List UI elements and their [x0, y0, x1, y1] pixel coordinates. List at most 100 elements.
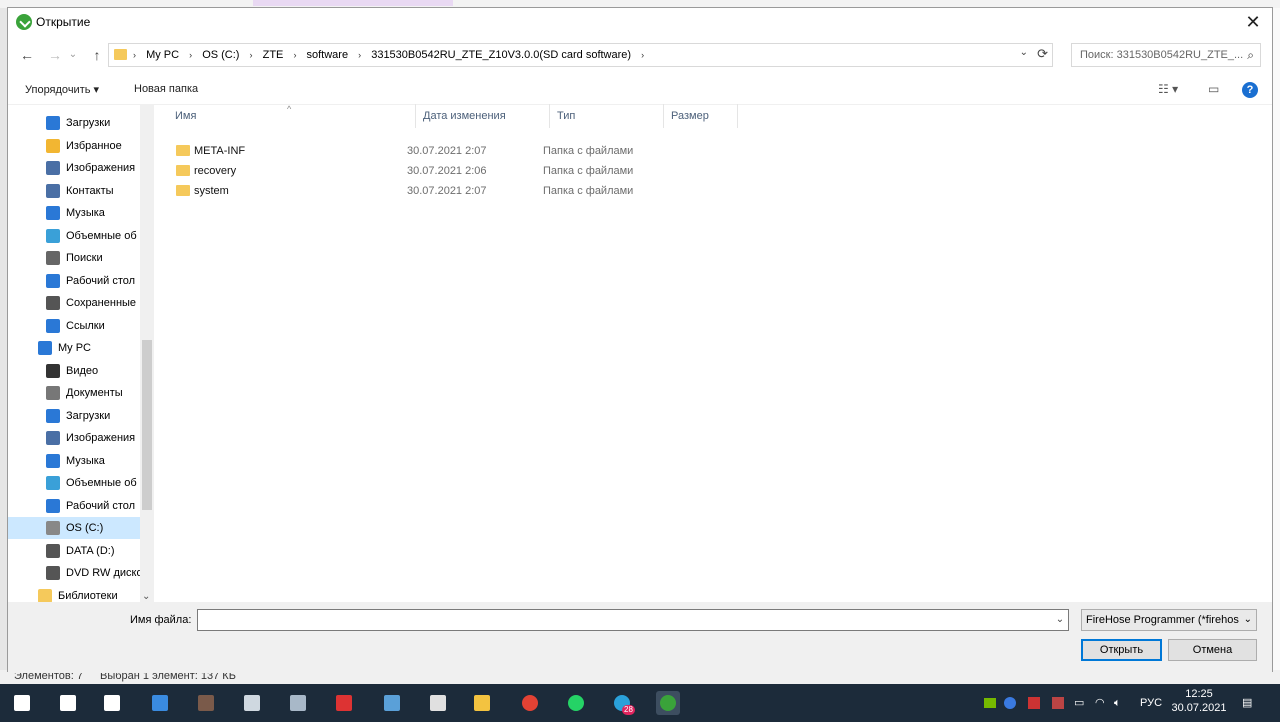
sidebar-item[interactable]: My PC: [8, 337, 140, 359]
tool-icon[interactable]: [332, 691, 356, 715]
file-explorer-icon[interactable]: [470, 691, 494, 715]
sidebar-item[interactable]: DATA (D:): [8, 540, 140, 562]
dialog-footer: Имя файла: ⌄ FireHose Programmer (*fireh…: [8, 602, 1272, 673]
sidebar-item[interactable]: Библиотеки: [8, 585, 140, 602]
clock[interactable]: 12:25 30.07.2021: [1170, 687, 1228, 715]
command-bar: Упорядочить ▾ Новая папка ☷ ▾ ▭ ?: [8, 76, 1272, 105]
sidebar-item[interactable]: Рабочий стол: [8, 495, 140, 517]
filename-input[interactable]: [197, 609, 1069, 631]
windows-start-icon[interactable]: [10, 691, 34, 715]
view-options-icon[interactable]: ☷ ▾: [1158, 82, 1178, 96]
contacts-icon: [46, 183, 60, 198]
file-row[interactable]: recovery 30.07.2021 2:06 Папка с файлами: [174, 161, 734, 181]
nvidia-tray-icon[interactable]: [984, 684, 996, 722]
file-type-select[interactable]: FireHose Programmer (*firehos ⌄: [1081, 609, 1257, 631]
sidebar-item[interactable]: Поиски: [8, 247, 140, 269]
saved-games-icon: [46, 296, 60, 310]
task-view-icon[interactable]: [100, 691, 124, 715]
telegram-icon[interactable]: 28: [610, 691, 635, 715]
forward-button[interactable]: →: [44, 45, 66, 65]
preview-pane-icon[interactable]: ▭: [1208, 82, 1219, 96]
breadcrumb-item[interactable]: 331530B0542RU_ZTE_Z10V3.0.0(SD card soft…: [371, 49, 631, 61]
recent-locations-chevron-icon[interactable]: ⌄: [66, 45, 80, 65]
settings-icon[interactable]: [240, 691, 264, 715]
file-date: 30.07.2021 2:07: [407, 145, 487, 157]
sidebar-item[interactable]: Контакты: [8, 180, 140, 202]
chrome-icon-glyph: [522, 695, 538, 711]
sidebar-item[interactable]: Видео: [8, 360, 140, 382]
sidebar-item-label: My PC: [58, 342, 91, 354]
winrar-icon-glyph: [198, 695, 214, 711]
column-header-name[interactable]: Имя: [168, 104, 416, 128]
sidebar-scrollbar[interactable]: ⌄: [140, 104, 154, 602]
help-icon[interactable]: ?: [1242, 82, 1258, 98]
photos-icon[interactable]: [286, 691, 310, 715]
scroll-down-chevron-icon[interactable]: ⌄: [142, 591, 150, 602]
search-icon[interactable]: [56, 691, 80, 715]
breadcrumb-item[interactable]: software: [307, 49, 349, 61]
winrar-icon[interactable]: [194, 691, 218, 715]
column-header-type[interactable]: Тип: [550, 104, 664, 128]
battery-icon[interactable]: ▭: [1074, 684, 1084, 722]
sidebar-item[interactable]: Музыка: [8, 450, 140, 472]
sidebar-item[interactable]: Сохраненные: [8, 292, 140, 314]
file-row[interactable]: system 30.07.2021 2:07 Папка с файлами: [174, 181, 734, 201]
search-box[interactable]: Поиск: 331530B0542RU_ZTE_... ⌕: [1071, 43, 1261, 67]
app-tray-icon[interactable]: [1004, 684, 1016, 722]
breadcrumb-item[interactable]: My PC: [146, 49, 179, 61]
sidebar-item[interactable]: Документы: [8, 382, 140, 404]
language-indicator[interactable]: РУС: [1140, 684, 1162, 722]
remote-tray-icon[interactable]: [1052, 684, 1064, 722]
sidebar-item[interactable]: OS (C:): [8, 517, 140, 539]
remote-desktop-icon[interactable]: [380, 691, 404, 715]
close-button[interactable]: ✕: [1238, 10, 1268, 34]
filename-dropdown-chevron-icon[interactable]: ⌄: [1052, 610, 1068, 630]
breadcrumb-item[interactable]: ZTE: [263, 49, 284, 61]
column-header-date[interactable]: Дата изменения: [416, 104, 550, 128]
video-icon: [46, 363, 60, 378]
scrollbar-thumb[interactable]: [142, 340, 152, 510]
sidebar-item[interactable]: Избранное: [8, 135, 140, 157]
sidebar-item[interactable]: DVD RW диско: [8, 562, 143, 584]
notifications-icon[interactable]: ▤: [1242, 684, 1252, 722]
organize-button[interactable]: Упорядочить ▾: [25, 83, 99, 96]
volume-icon[interactable]: 🔈︎: [1114, 684, 1121, 722]
drive-icon: [46, 521, 60, 535]
address-bar[interactable]: › My PC › OS (C:) › ZTE › software › 331…: [108, 43, 1053, 67]
column-header-size[interactable]: Размер: [664, 104, 738, 128]
sidebar-item[interactable]: Изображения: [8, 427, 140, 449]
sidebar-item[interactable]: Ссылки: [8, 315, 140, 337]
back-button[interactable]: ←: [16, 45, 38, 65]
clock-date: 30.07.2021: [1171, 702, 1227, 714]
folder-icon: [176, 185, 190, 196]
sidebar-item[interactable]: Изображения: [8, 157, 140, 179]
whatsapp-icon[interactable]: [564, 691, 588, 715]
pictures-icon: [46, 431, 60, 445]
sidebar-item-label: Видео: [66, 364, 99, 377]
address-dropdown-chevron-icon[interactable]: ⌄: [1020, 47, 1028, 58]
downloader-icon[interactable]: [656, 691, 680, 715]
app-icon[interactable]: [148, 691, 172, 715]
up-button[interactable]: ↑: [86, 45, 108, 65]
tool-tray-icon[interactable]: [1028, 684, 1040, 722]
sidebar-item[interactable]: Загрузки: [8, 405, 140, 427]
downloader-icon-glyph: [660, 695, 676, 711]
music-icon: [46, 206, 60, 220]
chrome-icon[interactable]: [518, 691, 542, 715]
breadcrumb-item[interactable]: OS (C:): [202, 49, 239, 61]
file-name: recovery: [194, 165, 237, 177]
new-folder-button[interactable]: Новая папка: [134, 83, 198, 95]
cancel-button[interactable]: Отмена: [1168, 639, 1257, 661]
sidebar-item[interactable]: Музыка: [8, 202, 140, 224]
star-icon: [46, 138, 60, 153]
file-type-value: FireHose Programmer (*firehos: [1086, 614, 1239, 626]
calculator-icon[interactable]: [426, 691, 450, 715]
sidebar-item[interactable]: Объемные об: [8, 225, 140, 247]
wifi-icon[interactable]: ◠: [1095, 684, 1105, 722]
file-row[interactable]: META-INF 30.07.2021 2:07 Папка с файлами: [174, 141, 734, 161]
sidebar-item[interactable]: Объемные об: [8, 472, 140, 494]
sidebar-item[interactable]: Рабочий стол: [8, 270, 140, 292]
open-button[interactable]: Открыть: [1081, 639, 1162, 661]
sidebar-item[interactable]: Загрузки: [8, 112, 140, 134]
refresh-icon[interactable]: ⟳: [1037, 46, 1048, 62]
